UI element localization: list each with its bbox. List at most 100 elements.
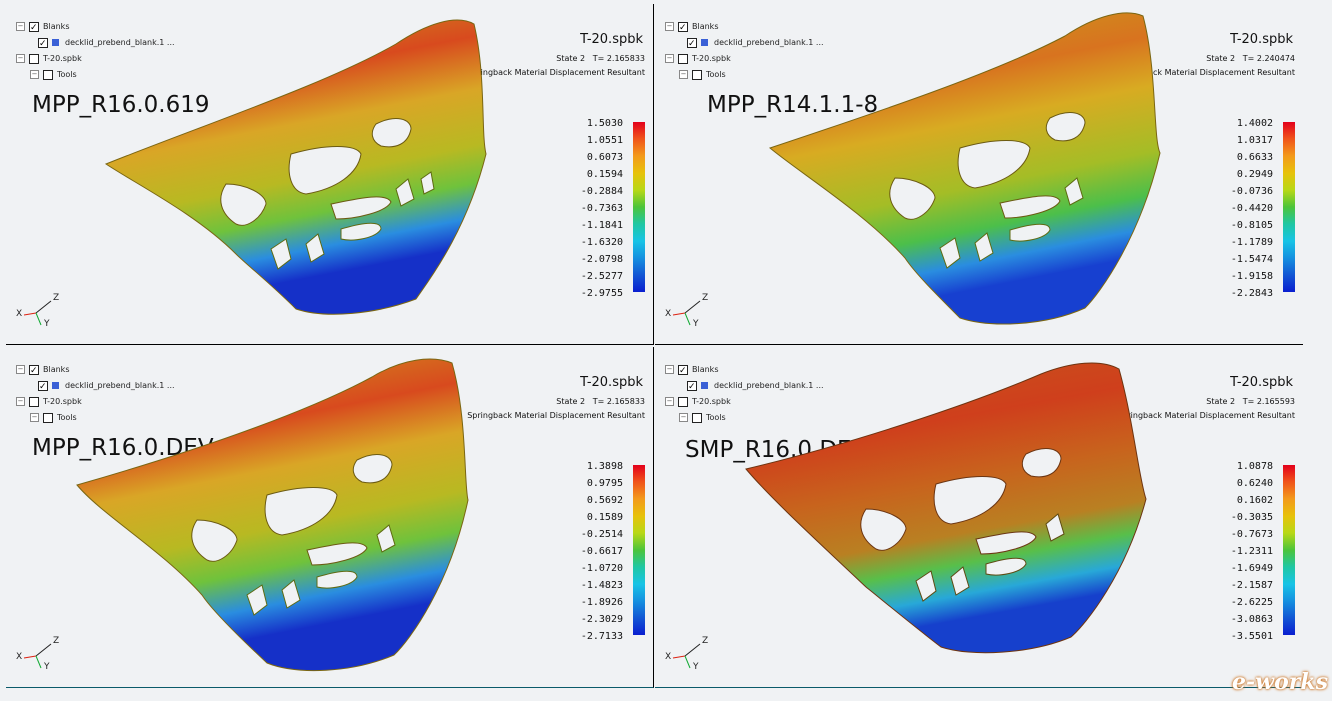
axis-z-label: Z — [53, 636, 60, 646]
legend-value: 0.2949 — [1236, 169, 1273, 180]
axis-triad: X Z Y — [16, 636, 61, 673]
legend-value: -2.2843 — [1230, 288, 1273, 299]
legend-value: -2.7133 — [580, 631, 623, 642]
contour-legend: 1.5030 1.0551 0.6073 0.1594 -0.2884 -0.7… — [535, 118, 645, 299]
axis-y-label: Y — [693, 319, 699, 329]
blank-item-checkbox[interactable] — [687, 379, 697, 395]
file-checkbox[interactable] — [29, 396, 39, 407]
axis-triad: X Z Y — [665, 636, 710, 673]
collapse-icon[interactable]: − — [679, 413, 688, 422]
legend-value: 1.0317 — [1236, 135, 1273, 146]
legend-value: 0.9795 — [586, 478, 623, 489]
axis-x-label: X — [665, 652, 672, 662]
legend-value: -0.6617 — [580, 546, 623, 557]
collapse-icon[interactable]: − — [16, 397, 25, 406]
file-checkbox[interactable] — [29, 53, 39, 64]
axis-x-label: X — [665, 309, 672, 319]
file-checkbox[interactable] — [678, 396, 688, 407]
collapse-icon[interactable]: − — [665, 397, 674, 406]
legend-value: -0.2884 — [580, 186, 623, 197]
tools-checkbox[interactable] — [43, 69, 53, 80]
axis-x-label: X — [16, 652, 23, 662]
decklid-contour-plot[interactable] — [741, 359, 1161, 669]
axis-x-label: X — [16, 309, 23, 319]
legend-value: -1.6949 — [1230, 563, 1273, 574]
blank-item-checkbox[interactable] — [687, 36, 697, 52]
collapse-icon[interactable]: − — [665, 22, 674, 31]
tools-checkbox[interactable] — [692, 412, 702, 423]
viewport-top-left[interactable]: −Blanks decklid_prebend_blank.1 ... −T-2… — [6, 4, 654, 345]
legend-value: -1.9158 — [1230, 271, 1273, 282]
file-checkbox[interactable] — [678, 53, 688, 64]
state-time: State 2 T= 2.165833 — [556, 54, 645, 63]
file-name: T-20.spbk — [580, 375, 643, 390]
legend-color-bar — [1283, 465, 1295, 635]
blank-item-checkbox[interactable] — [38, 379, 48, 395]
contour-legend: 1.0878 0.6240 0.1602 -0.3035 -0.7673 -1.… — [1185, 461, 1295, 642]
legend-value: 1.0551 — [586, 135, 623, 146]
axis-y-label: Y — [44, 662, 50, 672]
legend-value: -2.5277 — [580, 271, 623, 282]
legend-value: -1.4823 — [580, 580, 623, 591]
state-time: State 2 T= 2.165593 — [1206, 397, 1295, 406]
legend-value: 1.3898 — [586, 461, 623, 472]
legend-value: -0.7673 — [1230, 529, 1273, 540]
legend-value: 0.1594 — [586, 169, 623, 180]
contour-legend: 1.3898 0.9795 0.5692 0.1589 -0.2514 -0.6… — [535, 461, 645, 642]
collapse-icon[interactable]: − — [665, 54, 674, 63]
part-color-icon — [52, 382, 59, 389]
legend-value: -2.9755 — [580, 288, 623, 299]
legend-value: -0.0736 — [1230, 186, 1273, 197]
legend-value: 0.6073 — [586, 152, 623, 163]
collapse-icon[interactable]: − — [16, 365, 25, 374]
legend-value: 0.6240 — [1236, 478, 1273, 489]
part-color-icon — [701, 39, 708, 46]
legend-value: -1.1789 — [1230, 237, 1273, 248]
blanks-checkbox[interactable] — [678, 20, 688, 36]
decklid-contour-plot[interactable] — [96, 14, 516, 334]
legend-color-bar — [633, 465, 645, 635]
blanks-checkbox[interactable] — [29, 20, 39, 36]
collapse-icon[interactable]: − — [30, 413, 39, 422]
state-time: State 2 T= 2.165833 — [556, 397, 645, 406]
collapse-icon[interactable]: − — [679, 70, 688, 79]
legend-value: 1.4002 — [1236, 118, 1273, 129]
axis-triad: X Z Y — [16, 293, 61, 330]
legend-value: -1.8926 — [580, 597, 623, 608]
watermark-logo: e-works — [1232, 669, 1328, 695]
tools-checkbox[interactable] — [692, 69, 702, 80]
axis-z-label: Z — [53, 293, 60, 303]
legend-value: 0.1589 — [586, 512, 623, 523]
legend-value: -0.3035 — [1230, 512, 1273, 523]
legend-value: 1.5030 — [586, 118, 623, 129]
viewport-bottom-right[interactable]: −Blanks decklid_prebend_blank.1 ... −T-2… — [655, 347, 1303, 688]
legend-value: 0.6633 — [1236, 152, 1273, 163]
viewport-top-right[interactable]: −Blanks decklid_prebend_blank.1 ... −T-2… — [655, 4, 1303, 345]
blanks-checkbox[interactable] — [29, 363, 39, 379]
decklid-contour-plot[interactable] — [765, 8, 1185, 338]
collapse-icon[interactable]: − — [16, 22, 25, 31]
legend-value: -3.5501 — [1230, 631, 1273, 642]
blank-item-checkbox[interactable] — [38, 36, 48, 52]
blanks-checkbox[interactable] — [678, 363, 688, 379]
legend-value: -0.2514 — [580, 529, 623, 540]
viewport-bottom-left[interactable]: −Blanks decklid_prebend_blank.1 ... −T-2… — [6, 347, 654, 688]
legend-value: -2.3029 — [580, 614, 623, 625]
legend-value: -3.0863 — [1230, 614, 1273, 625]
legend-value: -0.8105 — [1230, 220, 1273, 231]
tools-checkbox[interactable] — [43, 412, 53, 423]
decklid-contour-plot[interactable] — [72, 355, 492, 685]
file-name: T-20.spbk — [580, 32, 643, 47]
legend-value: -2.6225 — [1230, 597, 1273, 608]
axis-z-label: Z — [702, 636, 709, 646]
legend-value: -2.1587 — [1230, 580, 1273, 591]
state-time: State 2 T= 2.240474 — [1206, 54, 1295, 63]
part-color-icon — [701, 382, 708, 389]
collapse-icon[interactable]: − — [16, 54, 25, 63]
legend-color-bar — [633, 122, 645, 292]
legend-value: 0.1602 — [1236, 495, 1273, 506]
axis-triad: X Z Y — [665, 293, 710, 330]
result-type: Springback Material Displacement Resulta… — [467, 411, 645, 420]
collapse-icon[interactable]: − — [665, 365, 674, 374]
collapse-icon[interactable]: − — [30, 70, 39, 79]
